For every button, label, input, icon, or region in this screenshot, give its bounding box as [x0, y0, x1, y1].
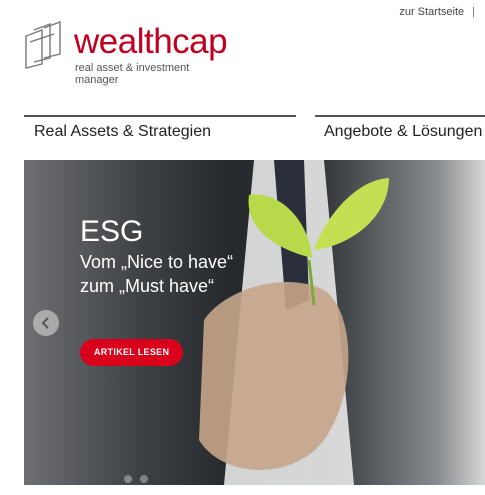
slider-dots [124, 475, 148, 483]
nav-item-angebote[interactable]: Angebote & Lösungen [324, 123, 482, 141]
nav-divider-2 [315, 115, 485, 117]
hero-image [199, 160, 389, 485]
topbar-separator: | [472, 6, 475, 18]
nav-item-real-assets[interactable]: Real Assets & Strategien [34, 123, 211, 141]
topbar: zur Startseite | [399, 6, 475, 18]
hero-title: ESG [80, 215, 144, 248]
nav-divider-1 [24, 115, 296, 117]
hero-subtitle-line1: Vom „Nice to have“ [80, 252, 234, 272]
home-link[interactable]: zur Startseite [399, 6, 464, 18]
hero-subtitle-line2: zum „Must have“ [80, 276, 215, 296]
slider-dot[interactable] [124, 475, 132, 483]
logo-tagline-line2: manager [75, 74, 119, 86]
hero-slider: ESG Vom „Nice to have“ zum „Must have“ A… [24, 160, 485, 485]
logo-mark-icon [25, 20, 61, 69]
slider-prev-button[interactable] [33, 310, 59, 336]
read-article-button[interactable]: ARTIKEL LESEN [80, 339, 184, 366]
logo-tagline: real asset & investment manager [75, 62, 189, 86]
hero-subtitle: Vom „Nice to have“ zum „Must have“ [80, 250, 233, 298]
logo[interactable]: wealthcap real asset & investment manage… [24, 18, 244, 93]
slider-dot[interactable] [140, 475, 148, 483]
chevron-left-icon [41, 317, 49, 329]
logo-tagline-line1: real asset & investment [75, 62, 190, 74]
logo-wordmark: wealthcap [74, 22, 228, 61]
